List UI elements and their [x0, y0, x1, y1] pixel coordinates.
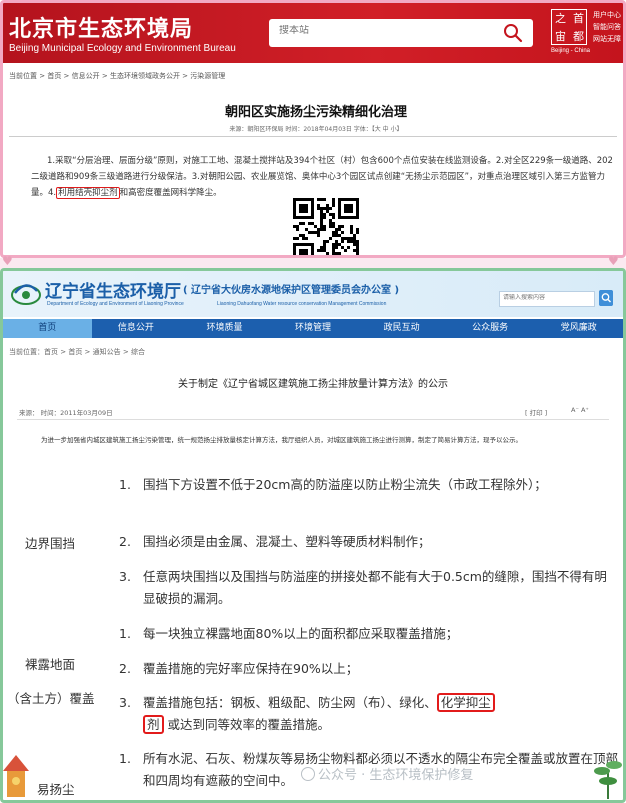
qr-code-icon	[293, 198, 359, 255]
search-icon[interactable]	[503, 23, 523, 43]
logo-caption: Beijing - China	[551, 48, 591, 54]
liaoning-site-subtitle: ( 辽宁省大伙房水源地保护区管理委员会办公室 )	[183, 285, 400, 296]
nav-item-home[interactable]: 首页	[3, 319, 92, 338]
page-title: 朝阳区实施扬尘污染精细化治理	[224, 105, 407, 120]
plant-decoration-icon	[594, 761, 622, 799]
item-number: 1.	[119, 751, 131, 766]
accessibility-link[interactable]: 网站无障	[593, 33, 621, 45]
breadcrumb: 当前位置：首页 > 首页 > 通知公告 > 综合	[9, 348, 145, 356]
nav-item-service[interactable]: 公众服务	[446, 319, 535, 338]
heart-icon: ♥	[2, 254, 13, 268]
breadcrumb: 当前位置 > 首页 > 信息公开 > 生态环境领域政务公开 > 污染源管理	[9, 72, 226, 80]
divider	[17, 419, 609, 420]
category-label: 易扬尘	[37, 782, 75, 797]
beijing-site-subtitle: Beijing Municipal Ecology and Environmen…	[9, 43, 236, 54]
logo-char: 之	[555, 12, 566, 25]
highlighted-phrase: 利用结壳抑尘剂	[56, 187, 120, 199]
beijing-site-title: 北京市生态环境局	[9, 17, 194, 42]
liaoning-screenshot-panel: 辽宁省生态环境厅 ( 辽宁省大伙房水源地保护区管理委员会办公室 ) Depart…	[0, 268, 626, 803]
nav-item-integrity[interactable]: 党风廉政	[534, 319, 623, 338]
article-meta: 来源：朝阳区环保局 时间：2018年04月03日 字体：【大 中 小】	[229, 126, 403, 133]
main-nav: 首页 信息公开 环境质量 环境管理 政民互动 公众服务 党风廉政	[3, 319, 623, 338]
requirement-item: 覆盖措施的完好率应保持在90%以上；	[143, 661, 359, 676]
font-size-controls[interactable]: A⁻ A⁺	[571, 406, 589, 414]
user-center-link[interactable]: 用户中心	[593, 9, 621, 21]
flower-decoration-icon	[3, 755, 29, 797]
beijing-header-links: 用户中心 智能问答 网站无障	[593, 9, 621, 45]
item-number: 3.	[119, 695, 131, 710]
leaf-emblem-icon	[11, 284, 41, 305]
nav-item-interaction[interactable]: 政民互动	[357, 319, 446, 338]
item-number: 1.	[119, 626, 131, 641]
nav-item-quality[interactable]: 环境质量	[180, 319, 269, 338]
requirement-item: 围挡下方设置不低于20cm高的防溢座以防止粉尘流失（市政工程除外）；	[143, 477, 547, 492]
category-label: （含土方）覆盖	[7, 691, 95, 706]
beijing-site-header: 北京市生态环境局 Beijing Municipal Ecology and E…	[3, 3, 623, 63]
liaoning-site-title: 辽宁省生态环境厅	[45, 282, 181, 302]
item-number: 1.	[119, 477, 131, 492]
requirement-item: 覆盖措施包括：钢板、粗级配、防尘网（布）、绿化、 化学抑尘剂 或达到同等效率的覆盖…	[143, 692, 619, 736]
requirement-item: 围挡必须是由金属、混凝土、塑料等硬质材料制作；	[143, 534, 431, 549]
heart-icon: ♥	[608, 254, 619, 268]
article-meta: 来源： 时间：2011年03月09日	[19, 409, 113, 417]
liaoning-search-box[interactable]	[499, 291, 595, 307]
beijing-search-input[interactable]	[279, 25, 459, 36]
divider	[9, 136, 617, 137]
logo-char: 首	[573, 12, 584, 25]
english-name-right: Liaoning Dahuofang Water resource conser…	[217, 301, 387, 307]
highlighted-phrase: 化学抑尘	[436, 693, 495, 712]
highlighted-phrase: 剂	[143, 715, 164, 734]
category-label: 边界围挡	[25, 536, 76, 551]
body-text: 和高密度覆盖网科学降尘。	[119, 188, 222, 198]
logo-char: 宙	[555, 30, 566, 43]
article-body: 1.采取“分层治理、层面分级”原则，对施工工地、混凝土搅拌站及394个社区（村）…	[31, 153, 619, 201]
beijing-search-box[interactable]	[269, 19, 533, 47]
nav-item-info[interactable]: 信息公开	[92, 319, 181, 338]
item-text: 或达到同等效率的覆盖措施。	[167, 717, 331, 732]
page-title: 关于制定《辽宁省城区建筑施工扬尘排放量计算方法》的公示	[178, 379, 448, 390]
smart-qa-link[interactable]: 智能问答	[593, 21, 621, 33]
logo-char: 都	[573, 30, 584, 43]
search-button-icon[interactable]	[599, 290, 613, 306]
capital-logo-icon: 之 首 宙 都	[551, 9, 587, 45]
intro-text: 为进一步加强省内城区建筑施工扬尘污染管理，统一规范扬尘排放量核定计算方法，我厅组…	[41, 436, 522, 444]
liaoning-site-header: 辽宁省生态环境厅 ( 辽宁省大伙房水源地保护区管理委员会办公室 ) Depart…	[3, 271, 623, 317]
item-text: 覆盖措施包括：钢板、粗级配、防尘网（布）、绿化、	[143, 695, 437, 710]
article-intro: 为进一步加强省内城区建筑施工扬尘污染管理，统一规范扬尘排放量核定计算方法，我厅组…	[19, 434, 609, 447]
requirement-item: 每一块独立裸露地面80%以上的面积都应采取覆盖措施；	[143, 626, 459, 641]
requirement-item: 任意两块围挡以及围挡与防溢座的拼接处都不能有大于0.5cm的缝隙，围挡不得有明显…	[143, 569, 607, 606]
liaoning-search-input[interactable]	[503, 294, 591, 301]
watermark: 公众号 · 生态环境保护修复	[301, 764, 473, 783]
nav-item-management[interactable]: 环境管理	[269, 319, 358, 338]
item-number: 2.	[119, 661, 131, 676]
english-name-left: Department of Ecology and Environment of…	[47, 301, 184, 307]
item-number: 2.	[119, 534, 131, 549]
item-number: 3.	[119, 569, 131, 584]
print-button[interactable]: [ 打印 ]	[525, 407, 547, 417]
wechat-icon	[301, 767, 315, 781]
category-label: 裸露地面	[25, 657, 76, 672]
beijing-screenshot-panel: 北京市生态环境局 Beijing Municipal Ecology and E…	[0, 0, 626, 258]
